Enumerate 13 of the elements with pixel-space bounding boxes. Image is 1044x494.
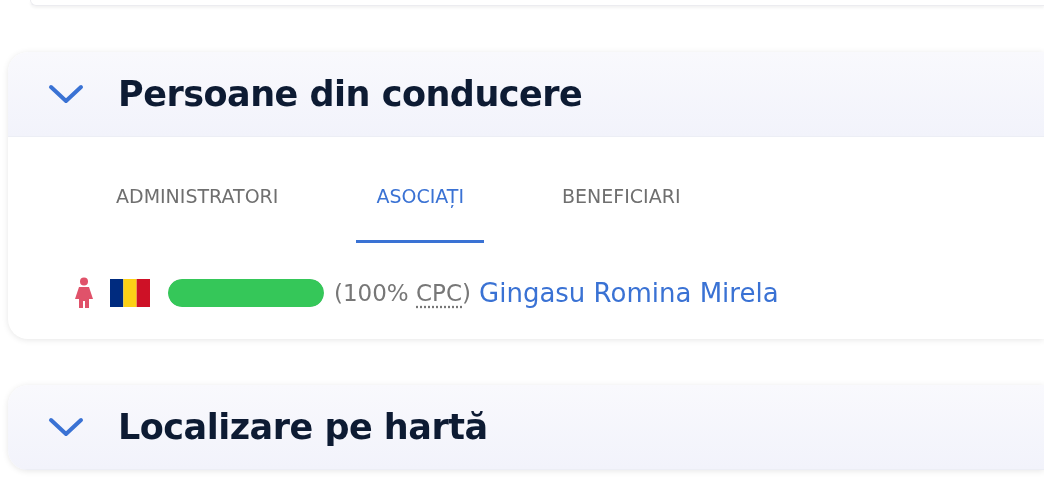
section-header[interactable]: Persoane din conducere bbox=[8, 52, 1044, 137]
tab[interactable]: ASOCIAȚI bbox=[356, 151, 485, 243]
section-header[interactable]: Localizare pe hartă bbox=[8, 385, 1044, 470]
section-title: Localizare pe hartă bbox=[118, 407, 488, 447]
person-icon bbox=[74, 277, 94, 309]
share-text: (100% CPC) bbox=[334, 280, 472, 306]
chevron-down-icon[interactable] bbox=[48, 416, 84, 438]
person-link[interactable]: Gingasu Romina Mirela bbox=[479, 278, 779, 308]
tab[interactable]: ADMINISTRATORI bbox=[96, 151, 299, 243]
flag-icon bbox=[110, 279, 150, 307]
tab[interactable]: BENEFICIARI bbox=[542, 151, 701, 243]
chevron-down-icon[interactable] bbox=[48, 83, 84, 105]
section-title: Persoane din conducere bbox=[118, 74, 583, 114]
